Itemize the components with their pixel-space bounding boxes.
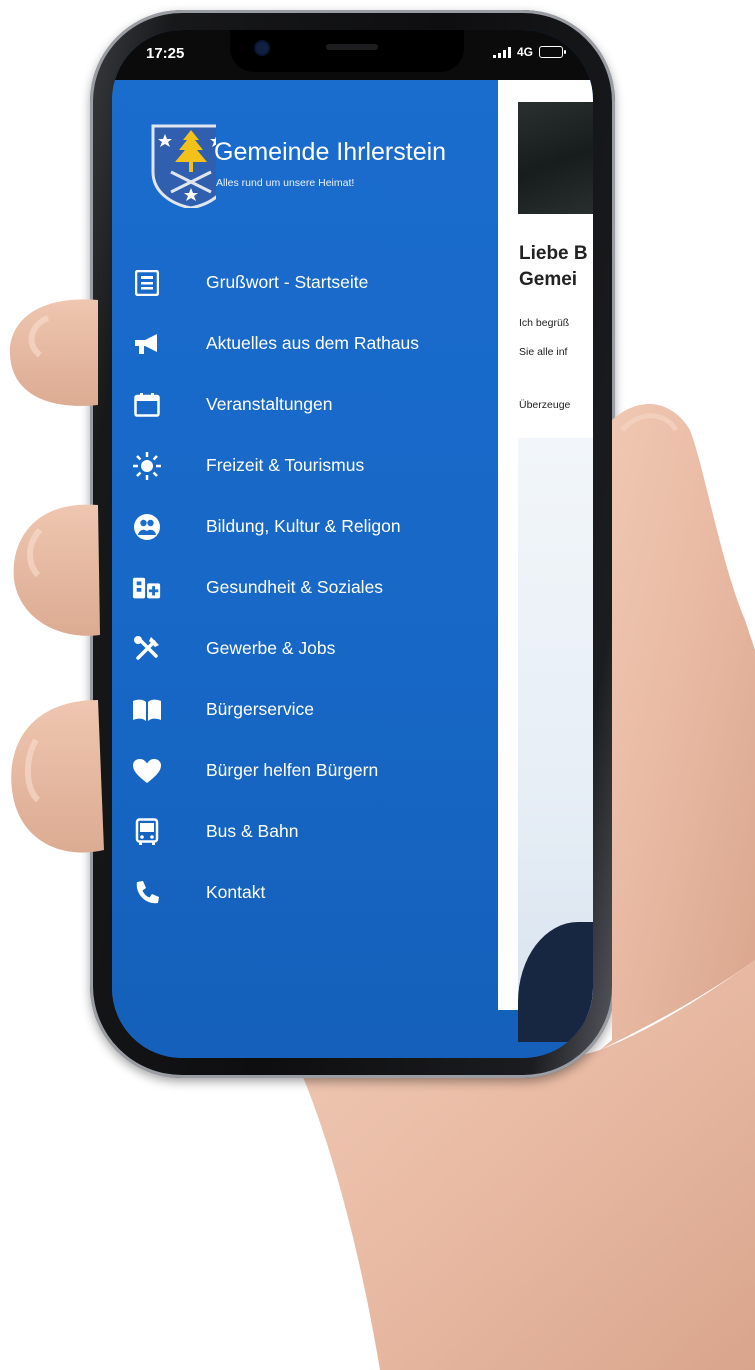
stage: 17:25 4G Gemeinde Ihrlerstein Alles rund… <box>0 0 755 1370</box>
menu-item-bildung[interactable]: Bildung, Kultur & Religon <box>132 496 492 557</box>
book-icon <box>132 695 162 725</box>
welcome-heading-line1: Liebe B <box>519 243 588 264</box>
menu-item-buerger-helfen[interactable]: Bürger helfen Bürgern <box>132 740 492 801</box>
menu-label: Aktuelles aus dem Rathaus <box>206 333 420 353</box>
site-title[interactable]: Gemeinde Ihrlerstein <box>214 138 446 167</box>
sun-icon <box>132 451 162 481</box>
menu-label: Veranstaltungen <box>206 394 333 414</box>
menu-item-gesundheit[interactable]: Gesundheit & Soziales <box>132 557 492 618</box>
menu-label: Gesundheit & Soziales <box>206 577 384 597</box>
welcome-heading: Liebe B Gemei <box>519 241 593 293</box>
bus-icon <box>132 817 162 847</box>
site-subtitle: Alles rund um unsere Heimat! <box>216 177 355 189</box>
menu-label: Kontakt <box>206 882 266 902</box>
menu-label: Grußwort - Startseite <box>206 272 369 292</box>
menu-label: Bürgerservice <box>206 699 314 719</box>
newspaper-icon <box>132 268 162 298</box>
phone-screen: 17:25 4G Gemeinde Ihrlerstein Alles rund… <box>112 30 593 1058</box>
nav-menu: Grußwort - Startseite Aktuelles aus dem … <box>132 252 492 923</box>
welcome-text-line3: Überzeuge <box>519 399 571 411</box>
coat-of-arms-logo[interactable] <box>132 122 216 208</box>
megaphone-icon <box>132 329 162 359</box>
menu-label: Bildung, Kultur & Religon <box>206 516 401 536</box>
header-photo <box>518 102 593 214</box>
notch <box>230 30 464 72</box>
welcome-text-line1: Ich begrüß <box>519 317 570 329</box>
status-bar: 17:25 4G <box>112 30 593 80</box>
signal-icon <box>492 46 511 58</box>
menu-label: Bürger helfen Bürgern <box>206 760 379 780</box>
health-icon <box>132 573 162 603</box>
tools-icon <box>132 634 162 664</box>
people-icon <box>132 512 162 542</box>
calendar-icon <box>132 390 162 420</box>
speaker-grille <box>326 44 378 50</box>
battery-icon <box>539 46 566 58</box>
menu-item-aktuelles[interactable]: Aktuelles aus dem Rathaus <box>132 313 492 374</box>
camera-icon <box>256 42 268 54</box>
menu-item-kontakt[interactable]: Kontakt <box>132 862 492 923</box>
phone-frame: 17:25 4G Gemeinde Ihrlerstein Alles rund… <box>90 10 615 1078</box>
menu-item-buergerservice[interactable]: Bürgerservice <box>132 679 492 740</box>
menu-item-grusswort[interactable]: Grußwort - Startseite <box>132 252 492 313</box>
menu-label: Gewerbe & Jobs <box>206 638 336 658</box>
menu-label: Bus & Bahn <box>206 821 299 841</box>
menu-label: Freizeit & Tourismus <box>206 455 365 475</box>
welcome-text-line2: Sie alle inf <box>519 346 568 358</box>
status-indicators: 4G <box>492 45 566 59</box>
menu-item-gewerbe[interactable]: Gewerbe & Jobs <box>132 618 492 679</box>
phone-icon <box>132 878 162 908</box>
menu-item-bus-bahn[interactable]: Bus & Bahn <box>132 801 492 862</box>
status-time: 17:25 <box>146 45 185 62</box>
menu-item-veranstaltungen[interactable]: Veranstaltungen <box>132 374 492 435</box>
heart-icon <box>132 756 162 786</box>
network-label: 4G <box>516 45 533 59</box>
welcome-heading-line2: Gemei <box>519 269 578 290</box>
menu-item-freizeit[interactable]: Freizeit & Tourismus <box>132 435 492 496</box>
content-panel[interactable]: Liebe B Gemei Ich begrüß Sie alle inf Üb… <box>498 80 593 1042</box>
